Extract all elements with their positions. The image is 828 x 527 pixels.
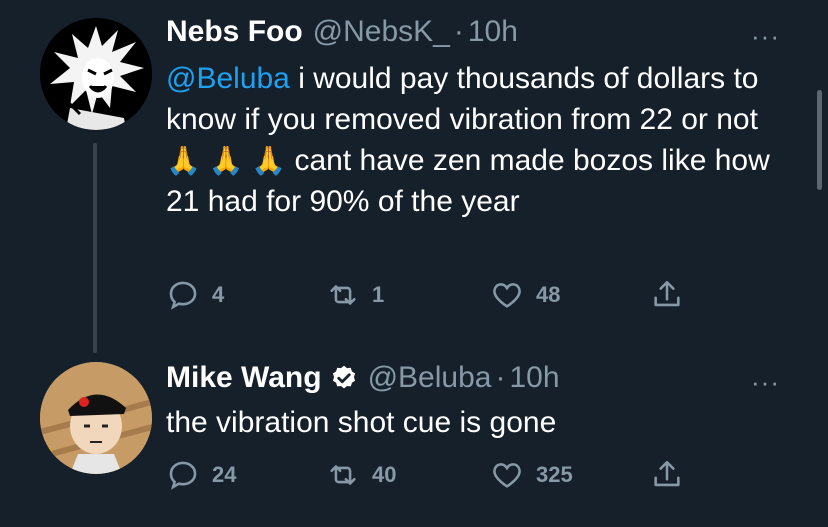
reply-icon xyxy=(169,461,197,490)
avatar-nebs-foo[interactable] xyxy=(40,18,152,130)
retweet-count: 1 xyxy=(372,282,385,307)
retweet-icon xyxy=(330,285,356,305)
like-count: 48 xyxy=(536,282,561,307)
thread-connector-line xyxy=(93,143,97,353)
praying-hands-emoji: 🙏 🙏 🙏 xyxy=(166,145,287,176)
like-button[interactable]: 48 xyxy=(490,275,560,315)
avatar-mike-wang[interactable] xyxy=(40,362,152,474)
separator-dot: · xyxy=(453,15,464,48)
tweet-header: Mike Wang @Beluba · 10h xyxy=(166,360,560,396)
heart-icon xyxy=(493,283,521,308)
share-icon xyxy=(654,460,680,487)
author-handle[interactable]: @NebsK_ xyxy=(313,14,450,50)
verified-badge-icon xyxy=(332,365,355,389)
separator-dot: · xyxy=(495,361,506,394)
retweet-count: 40 xyxy=(372,462,397,487)
share-button[interactable] xyxy=(650,275,684,315)
anime-avatar-icon xyxy=(40,18,152,130)
author-handle[interactable]: @Beluba xyxy=(368,360,492,396)
reply-icon xyxy=(169,281,197,310)
timestamp[interactable]: 10h xyxy=(468,14,518,50)
tweet-actions: 4 1 48 xyxy=(166,275,706,315)
scrollbar-thumb[interactable] xyxy=(817,90,822,190)
tweet-2[interactable]: Mike Wang @Beluba · 10h ··· the vibratio… xyxy=(0,340,828,527)
tweet-text: @Beluba i would pay thousands of dollars… xyxy=(166,58,776,222)
share-button[interactable] xyxy=(650,455,684,495)
like-count: 325 xyxy=(536,462,573,487)
heart-icon xyxy=(493,463,521,488)
tweet-actions: 24 40 325 xyxy=(166,455,706,495)
retweet-button[interactable]: 40 xyxy=(326,455,396,495)
more-options-icon[interactable]: ··· xyxy=(751,23,780,49)
like-button[interactable]: 325 xyxy=(490,455,573,495)
retweet-icon xyxy=(330,465,356,485)
reply-button[interactable]: 4 xyxy=(166,275,224,315)
more-options-icon[interactable]: ··· xyxy=(751,369,780,395)
cartoon-avatar-icon xyxy=(40,362,152,474)
retweet-button[interactable]: 1 xyxy=(326,275,384,315)
reply-count: 4 xyxy=(212,282,225,307)
reply-count: 24 xyxy=(212,462,237,487)
tweet-text: the vibration shot cue is gone xyxy=(166,406,557,439)
share-icon xyxy=(654,280,680,307)
author-name[interactable]: Nebs Foo xyxy=(166,14,303,50)
timestamp[interactable]: 10h xyxy=(509,360,559,396)
author-name[interactable]: Mike Wang xyxy=(166,360,322,396)
tweet-1[interactable]: Nebs Foo @NebsK_ · 10h ··· @Beluba i wou… xyxy=(0,0,828,340)
mention-link[interactable]: @Beluba xyxy=(166,62,290,95)
reply-button[interactable]: 24 xyxy=(166,455,236,495)
tweet-header: Nebs Foo @NebsK_ · 10h xyxy=(166,14,518,50)
